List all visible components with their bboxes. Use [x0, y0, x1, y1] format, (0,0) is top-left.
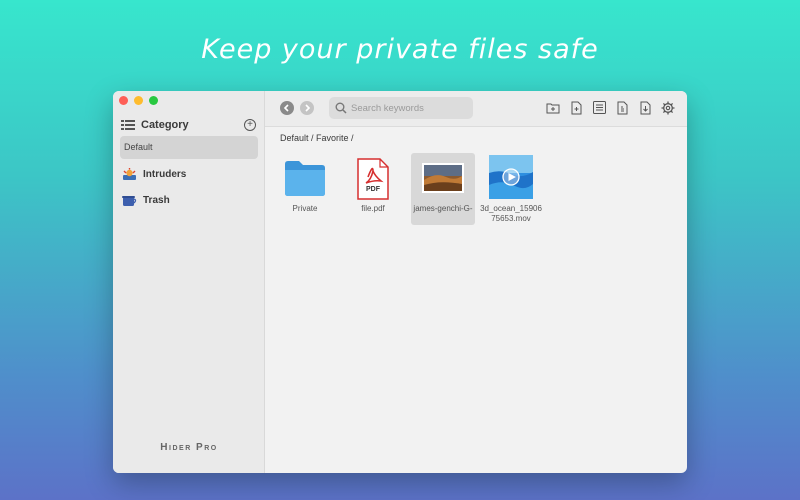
list-view-icon [592, 101, 606, 114]
export-icon [617, 101, 627, 114]
file-item[interactable]: PDF file.pdf [341, 153, 405, 225]
file-name: file.pdf [361, 204, 385, 213]
add-category-icon[interactable]: + [244, 119, 256, 131]
category-label: Category [141, 119, 189, 131]
brand-logo-text: Hider Pro [160, 442, 218, 453]
file-item-selected[interactable]: james-genchi-G- [411, 153, 475, 225]
chevron-left-icon [283, 104, 289, 112]
intruder-icon [123, 168, 136, 180]
toolbar-actions [546, 100, 675, 115]
settings-button[interactable] [661, 100, 675, 115]
search-input[interactable] [351, 102, 461, 114]
pdf-badge: PDF [366, 186, 380, 193]
search-box[interactable] [329, 97, 473, 119]
sidebar-item-label: Trash [143, 195, 170, 206]
search-icon [335, 102, 347, 114]
file-items-layer: Private PDF file.pdf james-genchi-G- 3d_… [265, 153, 687, 233]
new-folder-icon [546, 103, 560, 113]
file-item[interactable]: 3d_ocean_1590675653.mov [479, 153, 543, 225]
file-name: 3d_ocean_1590675653.mov [480, 204, 542, 223]
minimize-window-button[interactable] [134, 96, 143, 105]
forward-button[interactable] [300, 101, 314, 115]
app-window: Category + Default Intruders Trash Hider… [113, 91, 687, 473]
new-file-button[interactable] [569, 100, 583, 115]
new-folder-button[interactable] [546, 100, 560, 115]
image-thumbnail [422, 163, 464, 193]
sidebar-item-default[interactable]: Default [120, 136, 258, 159]
sidebar-item-label: Intruders [143, 169, 187, 180]
close-window-button[interactable] [119, 96, 128, 105]
back-button[interactable] [280, 101, 294, 115]
video-thumbnail [489, 155, 533, 199]
folder-icon [285, 161, 325, 196]
file-name: james-genchi-G- [413, 204, 473, 213]
category-header: Category + [121, 117, 256, 133]
toolbar [265, 91, 687, 127]
list-view-button[interactable] [592, 100, 606, 115]
chevron-right-icon [305, 104, 311, 112]
category-list-icon [121, 120, 135, 130]
sidebar-item-trash[interactable]: Trash [122, 194, 170, 207]
pdf-file-icon [357, 158, 389, 200]
maximize-window-button[interactable] [149, 96, 158, 105]
gear-icon [661, 101, 675, 114]
window-controls [119, 96, 158, 105]
download-icon [640, 101, 650, 114]
main-panel: Default / Favorite / [265, 91, 687, 473]
trash-icon [122, 196, 137, 206]
sidebar: Category + Default Intruders Trash Hider… [113, 91, 265, 473]
file-item[interactable]: Private [273, 153, 337, 225]
file-name: Private [292, 204, 318, 213]
download-button[interactable] [638, 100, 652, 115]
new-file-icon [571, 101, 581, 114]
headline: Keep your private files safe [201, 34, 599, 65]
sidebar-item-intruders[interactable]: Intruders [122, 168, 186, 181]
export-button[interactable] [615, 100, 629, 115]
breadcrumb[interactable]: Default / Favorite / [280, 133, 354, 143]
